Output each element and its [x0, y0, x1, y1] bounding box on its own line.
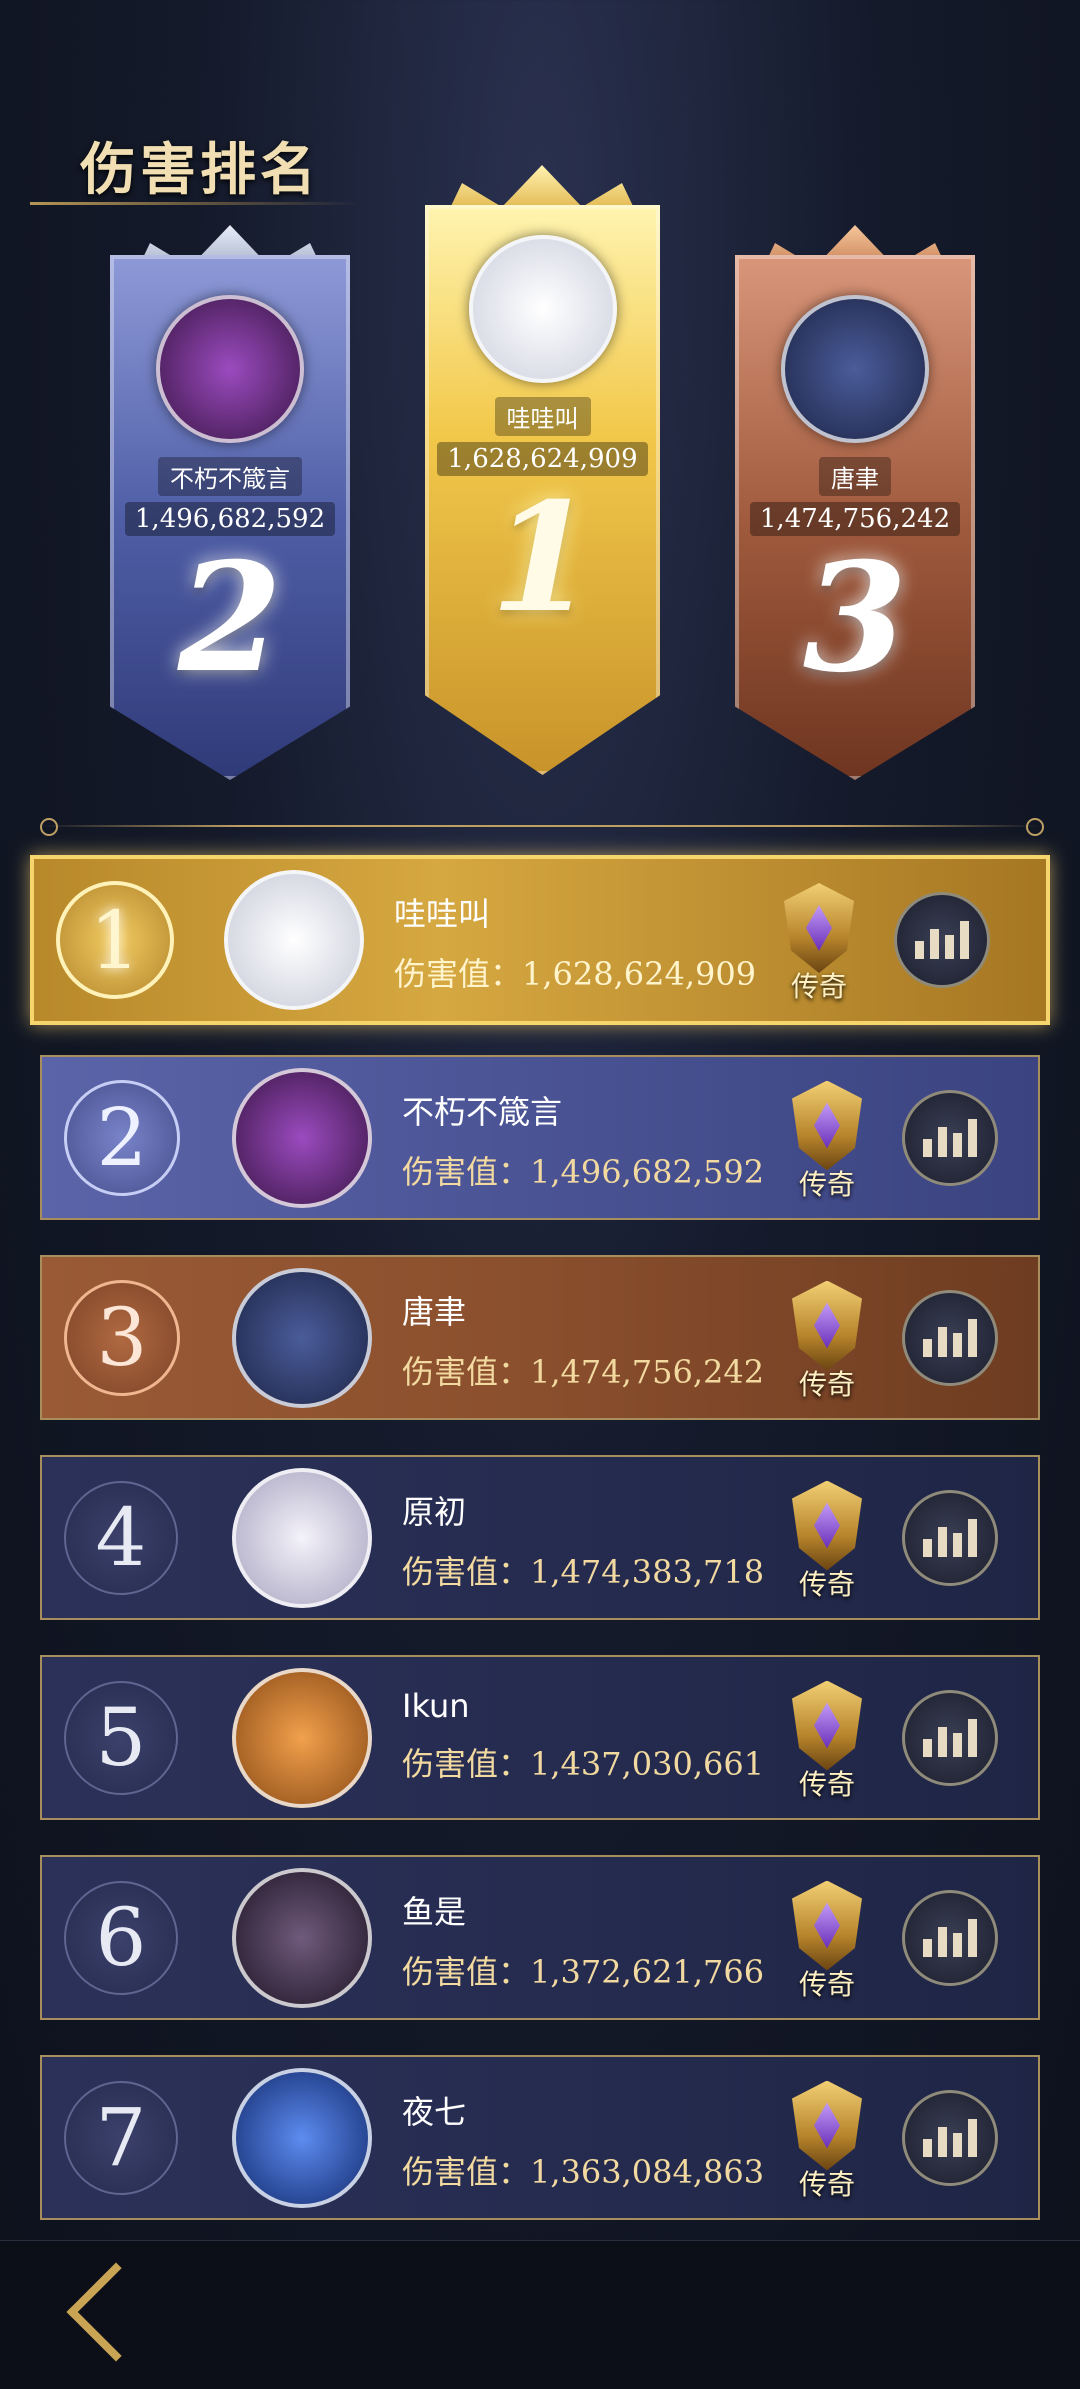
- section-divider: [40, 825, 1040, 827]
- stats-button[interactable]: [902, 1089, 998, 1186]
- avatar: [468, 235, 617, 383]
- ranking-row[interactable]: 6 鱼是 伤害值：1,372,621,766 传奇: [40, 1855, 1040, 2020]
- back-button[interactable]: [48, 2262, 166, 2362]
- divider-ornament: [40, 818, 58, 836]
- podium-second[interactable]: 不朽不箴言 1,496,682,592 2: [110, 255, 350, 780]
- rank-medal: 5: [64, 1680, 178, 1795]
- ranking-row[interactable]: 1 哇哇叫 伤害值：1,628,624,909 传奇: [30, 855, 1050, 1025]
- damage-value: 1,474,383,718: [530, 1553, 765, 1591]
- podium-rank: 1: [490, 470, 595, 646]
- tier-badge: 传奇: [772, 1873, 882, 2003]
- avatar: [232, 1467, 372, 1608]
- damage-label: 伤害值：: [402, 1353, 531, 1391]
- damage-label: 伤害值：: [402, 1153, 531, 1191]
- avatar: [224, 870, 364, 1010]
- legend-shield-icon: [792, 1080, 862, 1171]
- podium-third[interactable]: 唐聿 1,474,756,242 3: [735, 255, 975, 780]
- damage-score: 伤害值：1,474,756,242: [402, 1347, 764, 1393]
- rank-medal: 1: [56, 881, 174, 999]
- bar-chart-icon: [923, 1938, 932, 1957]
- avatar: [232, 1667, 372, 1808]
- avatar: [232, 1867, 372, 2008]
- tier-badge: 传奇: [772, 1473, 882, 1603]
- stats-button[interactable]: [902, 2089, 998, 2186]
- rank-medal: 4: [64, 1480, 178, 1595]
- player-name: 不朽不箴言: [402, 1093, 563, 1131]
- legend-shield-icon: [792, 1880, 862, 1971]
- stats-button[interactable]: [902, 1889, 998, 1986]
- stats-button[interactable]: [902, 1489, 998, 1586]
- avatar: [232, 1067, 372, 1208]
- avatar: [232, 2067, 372, 2208]
- tier-badge: 传奇: [764, 875, 874, 1005]
- damage-value: 1,496,682,592: [530, 1153, 765, 1191]
- avatar: [156, 295, 304, 443]
- player-name: 哇哇叫: [394, 895, 491, 933]
- avatar: [781, 295, 929, 443]
- damage-label: 伤害值：: [402, 1745, 531, 1783]
- player-name: 唐聿: [402, 1293, 467, 1331]
- player-name: Ikun: [402, 1687, 470, 1725]
- tier-badge: 传奇: [772, 1673, 882, 1803]
- back-arrow-icon: [66, 2262, 166, 2362]
- legend-shield-icon: [784, 883, 854, 973]
- damage-value: 1,628,624,909: [522, 955, 757, 993]
- podium-name: 不朽不箴言: [158, 457, 302, 496]
- bar-chart-icon: [923, 2138, 932, 2157]
- damage-score: 伤害值：1,496,682,592: [402, 1147, 764, 1193]
- bar-chart-icon: [923, 1738, 932, 1757]
- rank-medal: 2: [64, 1079, 180, 1196]
- divider-ornament: [1026, 818, 1044, 836]
- tier-badge: 传奇: [772, 1273, 882, 1403]
- stats-button[interactable]: [902, 1689, 998, 1786]
- podium-rank: 3: [802, 530, 908, 706]
- damage-label: 伤害值：: [402, 1553, 531, 1591]
- damage-value: 1,372,621,766: [530, 1953, 765, 1991]
- damage-value: 1,437,030,661: [530, 1745, 765, 1783]
- player-name: 鱼是: [402, 1893, 467, 1931]
- rank-medal: 6: [64, 1880, 178, 1995]
- page-title: 伤害排名: [80, 137, 320, 203]
- ranking-row[interactable]: 2 不朽不箴言 伤害值：1,496,682,592 传奇: [40, 1055, 1040, 1220]
- damage-score: 伤害值：1,363,084,863: [402, 2147, 764, 2193]
- damage-value: 1,363,084,863: [530, 2153, 765, 2191]
- bar-chart-icon: [915, 941, 924, 959]
- ranking-row[interactable]: 3 唐聿 伤害值：1,474,756,242 传奇: [40, 1255, 1040, 1420]
- legend-shield-icon: [792, 1480, 862, 1571]
- damage-value: 1,474,756,242: [530, 1353, 765, 1391]
- podium-name: 哇哇叫: [494, 397, 591, 436]
- player-name: 原初: [402, 1493, 467, 1531]
- damage-score: 伤害值：1,474,383,718: [402, 1547, 764, 1593]
- tier-badge: 传奇: [772, 1073, 882, 1203]
- title-ornament: [30, 202, 360, 205]
- player-name: 夜七: [402, 2093, 467, 2131]
- rank-medal: 7: [64, 2080, 178, 2195]
- tier-badge: 传奇: [772, 2073, 882, 2203]
- ranking-row[interactable]: 4 原初 伤害值：1,474,383,718 传奇: [40, 1455, 1040, 1620]
- bar-chart-icon: [923, 1138, 932, 1157]
- stats-button[interactable]: [902, 1289, 998, 1386]
- legend-shield-icon: [792, 1680, 862, 1771]
- damage-label: 伤害值：: [402, 2153, 531, 2191]
- damage-label: 伤害值：: [402, 1953, 531, 1991]
- legend-shield-icon: [792, 2080, 862, 2171]
- bar-chart-icon: [923, 1538, 932, 1557]
- ranking-row[interactable]: 5 Ikun 伤害值：1,437,030,661 传奇: [40, 1655, 1040, 1820]
- damage-label: 伤害值：: [394, 955, 523, 993]
- ranking-row[interactable]: 7 夜七 伤害值：1,363,084,863 传奇: [40, 2055, 1040, 2220]
- damage-score: 伤害值：1,437,030,661: [402, 1739, 764, 1785]
- avatar: [232, 1267, 372, 1408]
- legend-shield-icon: [792, 1280, 862, 1371]
- stats-button[interactable]: [894, 892, 990, 988]
- podium-first[interactable]: 哇哇叫 1,628,624,909 1: [425, 205, 660, 775]
- podium-rank: 2: [177, 530, 283, 706]
- bar-chart-icon: [923, 1338, 932, 1357]
- podium-name: 唐聿: [819, 457, 891, 496]
- rank-medal: 3: [64, 1279, 180, 1396]
- damage-score: 伤害值：1,372,621,766: [402, 1947, 764, 1993]
- damage-score: 伤害值：1,628,624,909: [394, 949, 756, 995]
